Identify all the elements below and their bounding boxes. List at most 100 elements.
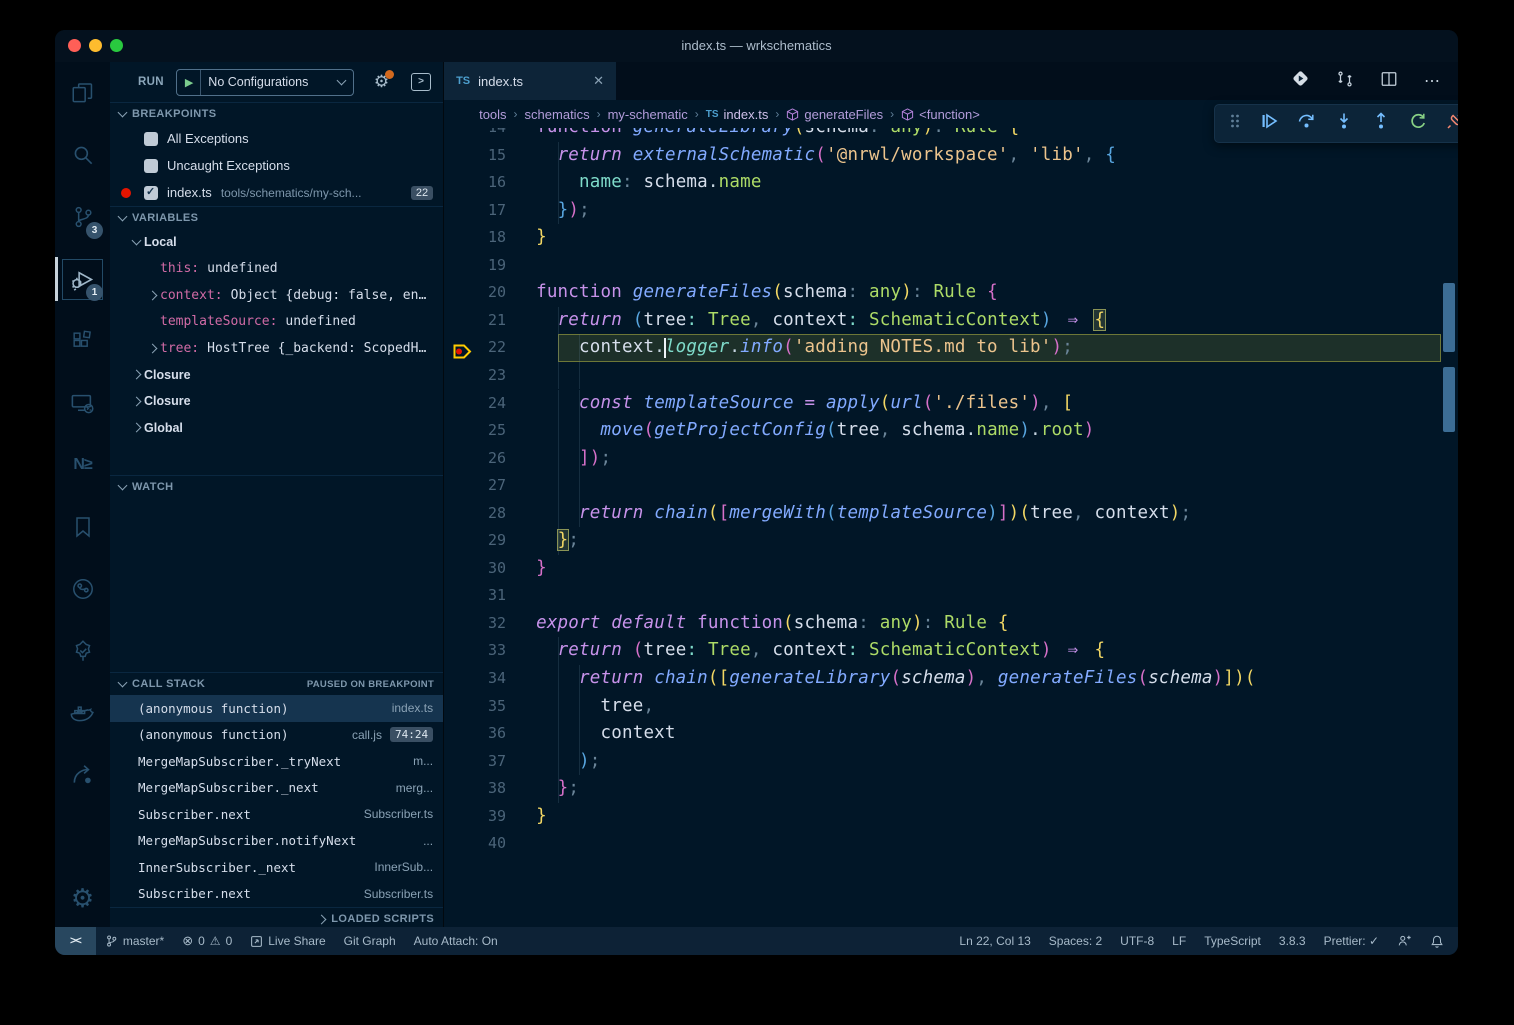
call-stack-frame[interactable]: MergeMapSubscriber.notifyNext... (110, 828, 443, 855)
auto-attach-item[interactable]: Auto Attach: On (405, 927, 507, 955)
code-line-21[interactable]: 21 return (tree: Tree, context: Schemati… (444, 307, 1458, 335)
step-into-icon[interactable] (1335, 112, 1353, 135)
language-mode-item[interactable]: TypeScript (1195, 927, 1270, 955)
extensions-icon[interactable] (55, 310, 110, 372)
variable-row[interactable]: tree:HostTree {_backend: ScopedH… (110, 335, 443, 362)
call-stack-frame[interactable]: InnerSubscriber._nextInnerSub... (110, 854, 443, 881)
variable-row[interactable]: Closure (110, 362, 443, 389)
source-control-icon[interactable]: 3 (55, 186, 110, 248)
line-number[interactable]: 14 (444, 128, 506, 142)
line-number[interactable]: 25 (444, 417, 506, 445)
split-editor-icon[interactable] (1380, 70, 1398, 93)
call-stack-frame[interactable]: (anonymous function)index.ts (110, 695, 443, 722)
docker-icon[interactable] (55, 682, 110, 744)
settings-gear-icon[interactable]: ⚙ (55, 869, 110, 927)
disconnect-icon[interactable] (1446, 112, 1458, 135)
call-stack-section-header[interactable]: CALL STACK PAUSED ON BREAKPOINT (110, 672, 443, 695)
code-line-29[interactable]: 29 }; (444, 527, 1458, 555)
line-number[interactable]: 23 (444, 362, 506, 390)
breakpoint-checkbox[interactable] (144, 186, 158, 200)
line-number[interactable]: 26 (444, 445, 506, 473)
breadcrumb-item[interactable]: my-schematic (608, 107, 688, 122)
line-number[interactable]: 35 (444, 693, 506, 721)
git-branch-item[interactable]: master* (96, 927, 173, 955)
line-number[interactable]: 21 (444, 307, 506, 335)
breadcrumb-item[interactable]: generateFiles (786, 107, 883, 122)
breadcrumb-item[interactable]: TSindex.ts (706, 107, 769, 122)
code-line-40[interactable]: 40 (444, 830, 1458, 858)
breakpoint-row[interactable]: All Exceptions (110, 125, 443, 152)
breadcrumb-item[interactable]: <function> (901, 107, 980, 122)
code-line-34[interactable]: 34 return chain([generateLibrary(schema)… (444, 665, 1458, 693)
code-line-39[interactable]: 39} (444, 803, 1458, 831)
start-debug-icon[interactable]: ▶ (185, 76, 193, 89)
git-graph-item[interactable]: Git Graph (335, 927, 405, 955)
line-number[interactable]: 17 (444, 197, 506, 225)
code-line-26[interactable]: 26 ]); (444, 445, 1458, 473)
close-tab-icon[interactable]: ✕ (593, 73, 604, 89)
notifications-bell-icon[interactable] (1421, 927, 1458, 955)
feedback-icon[interactable] (1388, 927, 1421, 955)
code-line-25[interactable]: 25 move(getProjectConfig(tree, schema.na… (444, 417, 1458, 445)
line-number[interactable]: 32 (444, 610, 506, 638)
nx-console-icon[interactable]: N≥ (55, 434, 110, 496)
zoom-window-button[interactable] (110, 39, 123, 52)
code-line-36[interactable]: 36 context (444, 720, 1458, 748)
variable-row[interactable]: Local (110, 229, 443, 256)
eol-item[interactable]: LF (1163, 927, 1195, 955)
line-number[interactable]: 15 (444, 142, 506, 170)
line-number[interactable]: 39 (444, 803, 506, 831)
typescript-version-item[interactable]: 3.8.3 (1270, 927, 1315, 955)
more-actions-icon[interactable]: ⋯ (1424, 71, 1442, 91)
step-over-icon[interactable] (1297, 112, 1316, 136)
line-number[interactable]: 22 (444, 334, 506, 362)
code-line-17[interactable]: 17 }); (444, 197, 1458, 225)
line-number[interactable]: 19 (444, 252, 506, 280)
breakpoint-row[interactable]: index.tstools/schematics/my-sch...22 (110, 179, 443, 206)
code-editor[interactable]: 14function generateLibrary(schema: any):… (444, 128, 1458, 927)
code-line-20[interactable]: 20function generateFiles(schema: any): R… (444, 279, 1458, 307)
breakpoint-checkbox[interactable] (144, 132, 158, 146)
code-line-27[interactable]: 27 (444, 472, 1458, 500)
code-line-28[interactable]: 28 return chain([mergeWith(templateSourc… (444, 500, 1458, 528)
code-line-19[interactable]: 19 (444, 252, 1458, 280)
continue-icon[interactable] (1260, 112, 1278, 135)
line-number[interactable]: 18 (444, 224, 506, 252)
breakpoint-row[interactable]: Uncaught Exceptions (110, 152, 443, 179)
call-stack-frame[interactable]: Subscriber.nextSubscriber.ts (110, 881, 443, 908)
variables-section-header[interactable]: VARIABLES (110, 206, 443, 229)
remote-indicator[interactable]: >< (55, 927, 96, 955)
search-icon[interactable] (55, 124, 110, 186)
remote-explorer-icon[interactable] (55, 372, 110, 434)
debug-configuration-dropdown[interactable]: ▶ No Configurations (176, 69, 354, 96)
code-line-16[interactable]: 16 name: schema.name (444, 169, 1458, 197)
run-or-debug-icon[interactable] (1291, 69, 1310, 93)
code-line-33[interactable]: 33 return (tree: Tree, context: Schemati… (444, 637, 1458, 665)
call-stack-frame[interactable]: Subscriber.nextSubscriber.ts (110, 801, 443, 828)
line-number[interactable]: 40 (444, 830, 506, 858)
indentation-item[interactable]: Spaces: 2 (1040, 927, 1111, 955)
breakpoint-checkbox[interactable] (144, 159, 158, 173)
code-line-37[interactable]: 37 ); (444, 748, 1458, 776)
line-number[interactable]: 27 (444, 472, 506, 500)
code-line-18[interactable]: 18} (444, 224, 1458, 252)
watch-section-header[interactable]: WATCH (110, 475, 443, 498)
variable-row[interactable]: Closure (110, 388, 443, 415)
variable-row[interactable]: context:Object {debug: false, en… (110, 282, 443, 309)
debug-console-button[interactable]: > (411, 73, 431, 91)
configure-gear-button[interactable]: ⚙ (374, 72, 389, 92)
todo-tree-icon[interactable] (55, 620, 110, 682)
tab-index-ts[interactable]: TS index.ts ✕ (444, 62, 616, 100)
breadcrumb-item[interactable]: tools (479, 107, 506, 122)
code-line-31[interactable]: 31 (444, 582, 1458, 610)
step-out-icon[interactable] (1372, 112, 1390, 135)
line-number[interactable]: 20 (444, 279, 506, 307)
code-line-32[interactable]: 32export default function(schema: any): … (444, 610, 1458, 638)
code-line-24[interactable]: 24 const templateSource = apply(url('./f… (444, 390, 1458, 418)
line-number[interactable]: 30 (444, 555, 506, 583)
gitlens-icon[interactable] (55, 558, 110, 620)
open-changes-icon[interactable] (1336, 70, 1354, 93)
explorer-icon[interactable] (55, 62, 110, 124)
code-line-15[interactable]: 15 return externalSchematic('@nrwl/works… (444, 142, 1458, 170)
restart-icon[interactable] (1409, 112, 1427, 135)
